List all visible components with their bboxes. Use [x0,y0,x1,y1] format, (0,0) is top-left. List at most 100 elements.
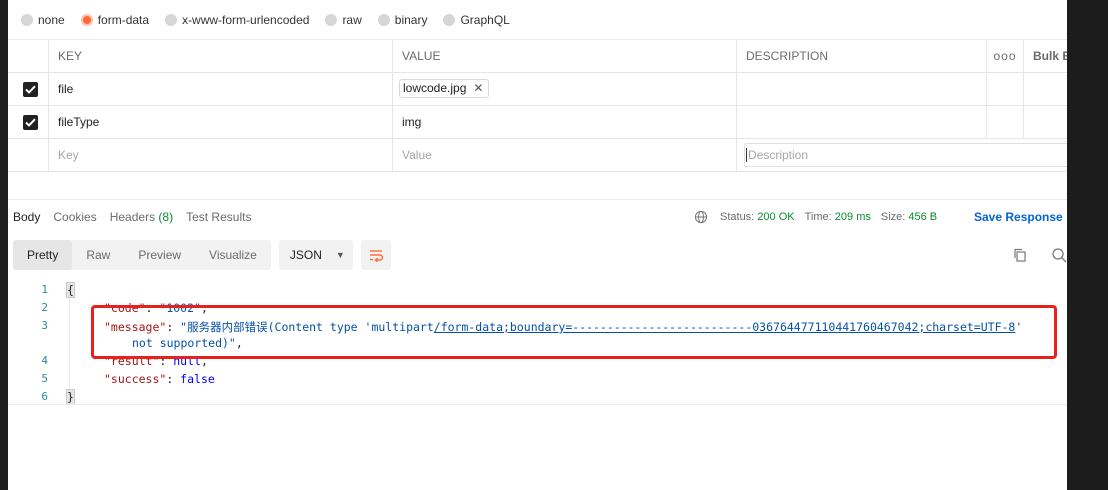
row-value-cell[interactable]: img [392,106,736,138]
radio-graphql[interactable]: GraphQL [443,13,510,27]
radio-label: binary [394,13,428,27]
radio-dot [377,14,390,26]
row-bulk-cell [1023,106,1067,138]
remove-file-icon[interactable]: ✕ [473,81,483,95]
radio-form-data[interactable]: form-data [80,13,150,27]
radio-label: form-data [97,13,150,27]
response-divider [8,199,1067,200]
row-bulk-cell [1023,73,1067,105]
text-caret [746,148,747,162]
search-icon[interactable] [1050,246,1067,264]
radio-dot [21,14,33,26]
description-input[interactable]: Description [744,143,1067,167]
radio-label: none [38,13,65,27]
radio-raw[interactable]: raw [325,13,362,27]
row-checkbox[interactable] [22,114,38,130]
status-label: Status: [720,211,755,223]
tab-test-results[interactable]: Test Results [186,210,251,224]
view-preview[interactable]: Preview [124,240,195,270]
wrap-lines-button[interactable] [360,240,391,270]
tab-body[interactable]: Body [13,210,40,224]
radio-label: GraphQL [460,13,510,27]
radio-binary[interactable]: binary [377,13,428,27]
json-close-brace: } [66,389,75,405]
radio-dot [325,14,338,26]
row-key: fileType [58,115,100,129]
line-number: 2 [41,301,48,314]
row-value-cell[interactable]: lowcode.jpg ✕ [392,73,736,105]
row-key-cell[interactable]: file [48,73,392,105]
header-value: VALUE [392,40,736,72]
code-gutter-divider [69,282,70,404]
line-number: 6 [41,390,48,403]
radio-dot [443,14,456,26]
table-row: file lowcode.jpg ✕ [8,73,1067,106]
radio-label: x-www-form-urlencoded [182,13,310,27]
table-header-row: KEY VALUE DESCRIPTION ooo Bulk E [8,39,1067,73]
header-description: DESCRIPTION [736,40,986,72]
code-bottom-divider [8,404,1067,405]
json-key: "success" [104,372,167,386]
row-value: img [402,115,422,129]
check-icon [24,118,36,127]
format-value: JSON [289,248,322,262]
chevron-down-icon: ▼ [335,250,345,260]
tab-cookies[interactable]: Cookies [53,210,96,224]
json-open-brace: { [66,282,75,298]
radio-none[interactable]: none [21,13,65,27]
view-pretty[interactable]: Pretty [13,240,73,270]
line-number: 3 [41,319,48,332]
check-icon [24,85,36,94]
view-raw[interactable]: Raw [72,240,124,270]
time-label: Time: [804,211,832,223]
radio-label: raw [342,13,362,27]
format-select[interactable]: JSON ▼ [278,240,353,270]
globe-icon[interactable] [694,210,708,224]
row-more-cell [986,73,1023,105]
file-chip[interactable]: lowcode.jpg ✕ [399,79,490,98]
value-input[interactable]: Value [392,139,736,171]
row-more-cell [986,106,1023,138]
wrap-lines-icon [369,250,384,262]
view-mode-group: Pretty Raw Preview Visualize [13,240,271,270]
row-key-cell[interactable]: fileType [48,106,392,138]
time-value[interactable]: 209 ms [835,211,871,223]
key-input[interactable]: Key [48,139,392,171]
window-left-edge [0,0,8,490]
radio-dot [165,14,178,26]
window-right-edge [1067,0,1108,490]
row-description-cell[interactable] [736,106,986,138]
line-number: 5 [41,372,48,385]
row-checkbox[interactable] [22,81,38,97]
tab-headers[interactable]: Headers (8) [110,210,173,224]
save-response-button[interactable]: Save Response [974,208,1063,226]
response-view-toolbar: Pretty Raw Preview Visualize JSON ▼ [13,240,391,270]
headers-count: (8) [158,210,174,224]
response-tabs: Body Cookies Headers (8) Test Results [13,208,264,226]
view-visualize[interactable]: Visualize [195,240,271,270]
line-number: 4 [41,354,48,367]
radio-urlencoded[interactable]: x-www-form-urlencoded [165,13,309,27]
row-key: file [58,82,74,96]
size-label: Size: [880,211,906,223]
status-value[interactable]: 200 OK [757,211,794,223]
row-check-cell [8,73,48,105]
bulk-edit-button[interactable]: Bulk E [1023,40,1067,72]
size-value[interactable]: 456 B [908,211,937,223]
row-description-cell[interactable] [736,73,986,105]
form-data-table: KEY VALUE DESCRIPTION ooo Bulk E file lo… [8,39,1067,172]
row-check-cell [8,106,48,138]
body-type-selector: none form-data x-www-form-urlencoded raw… [8,10,513,30]
more-options-icon[interactable]: ooo [986,40,1023,72]
header-key: KEY [48,40,392,72]
json-boolean: false [180,372,215,386]
line-number: 1 [41,283,48,296]
file-name: lowcode.jpg [403,81,467,95]
annotation-highlight-box [91,305,1057,359]
copy-icon[interactable] [1011,246,1029,264]
tab-headers-label: Headers [109,210,156,224]
description-placeholder: Description [748,148,809,162]
request-response-panel: none form-data x-www-form-urlencoded raw… [8,0,1067,490]
radio-dot [80,14,93,26]
code-line-1: { [66,282,75,298]
